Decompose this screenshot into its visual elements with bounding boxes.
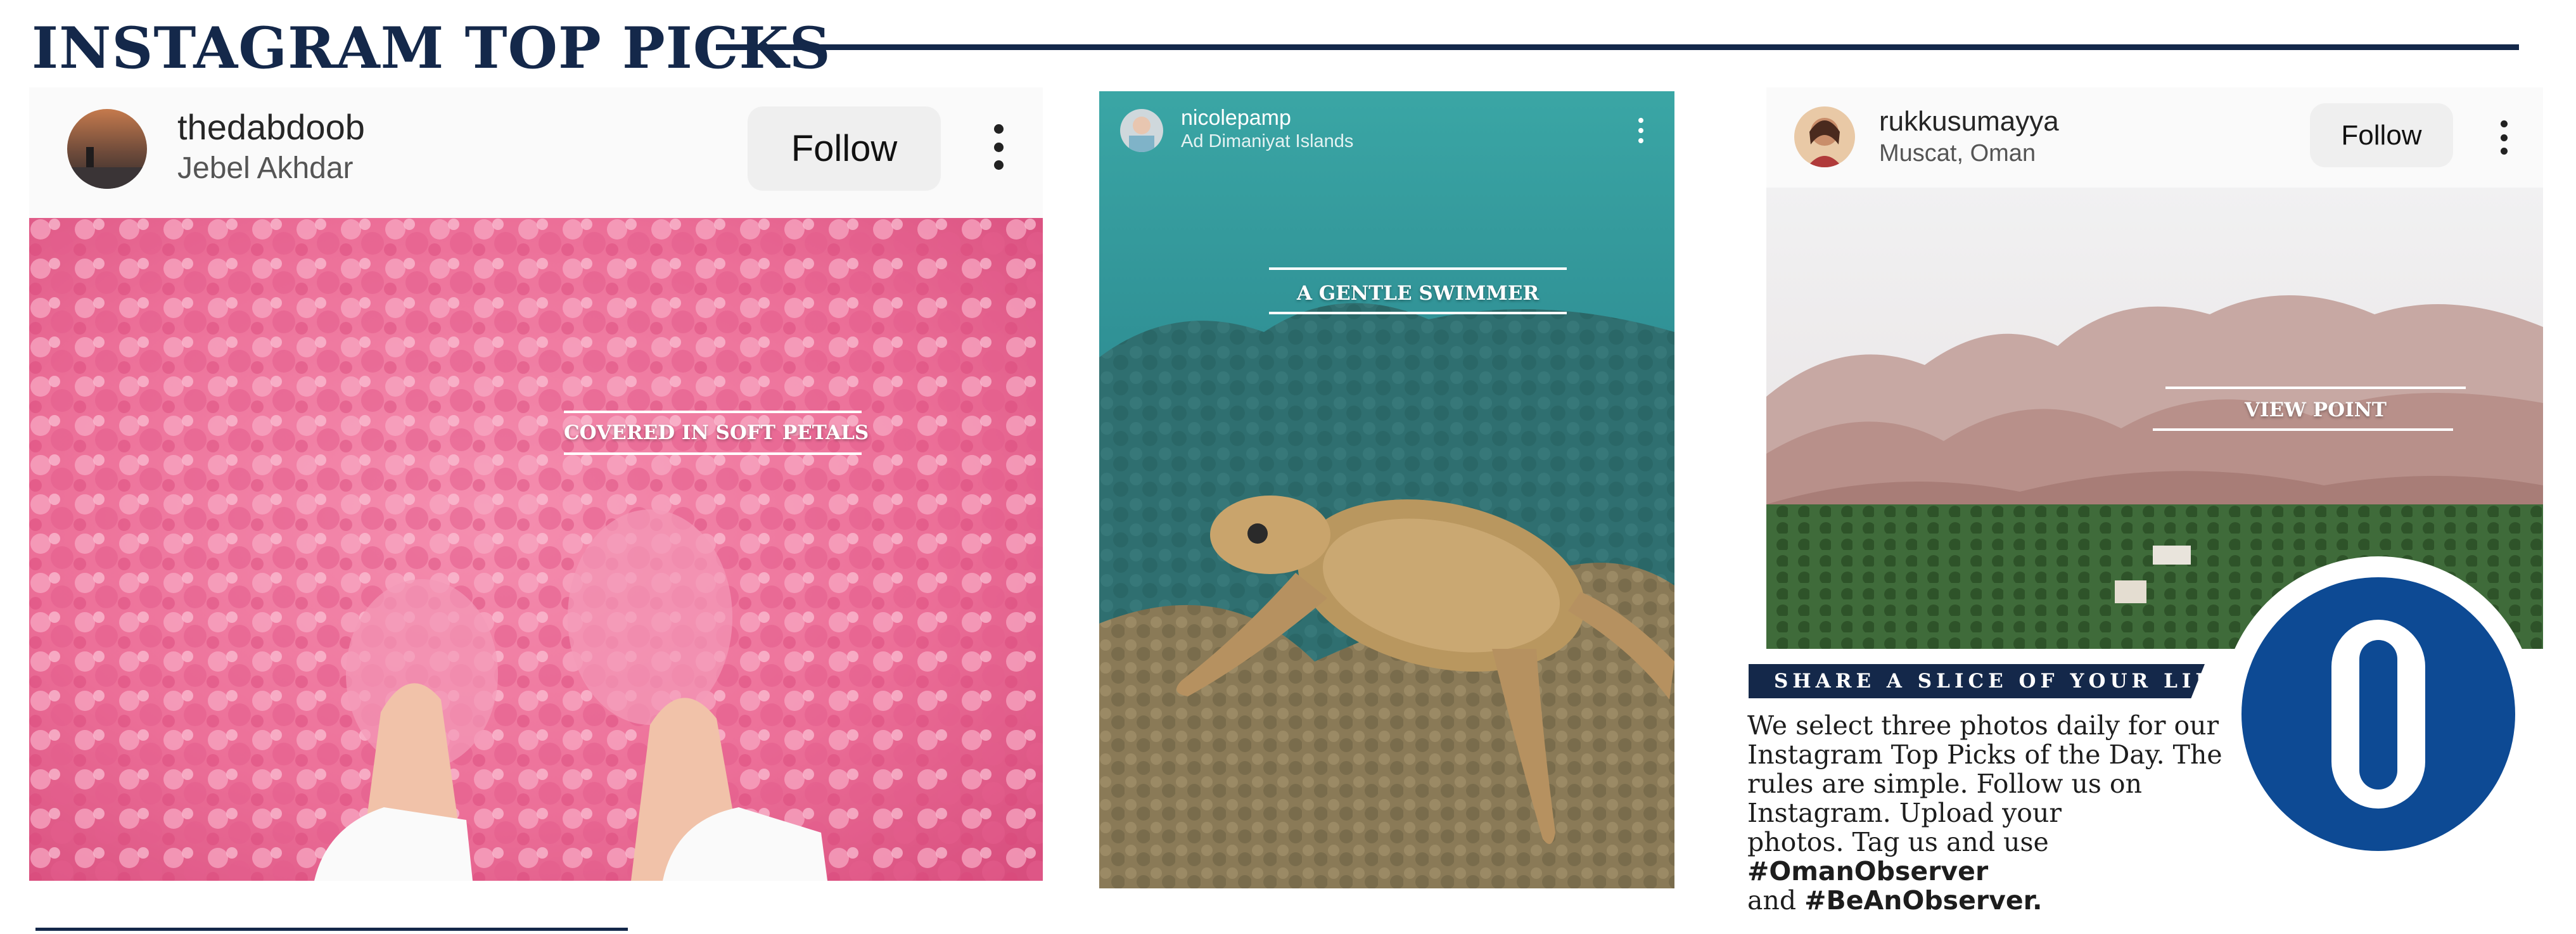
caption-rule-top: [564, 411, 862, 413]
share-banner-text: SHARE A SLICE OF YOUR LIFE: [1774, 670, 2233, 693]
body-line: and #BeAnObserver.: [1747, 886, 2267, 915]
logo-letter-o-counter: [2359, 640, 2397, 790]
avatar[interactable]: [67, 109, 147, 189]
body-line: rules are simple. Follow us on: [1747, 769, 2143, 799]
caption-rule-bottom: [564, 452, 862, 455]
caption-rule-top: [2165, 387, 2466, 389]
caption-covered-in-soft-petals: COVERED IN SOFT PETALS: [564, 421, 869, 444]
username[interactable]: nicolepamp: [1181, 105, 1291, 131]
vertical-dots-icon[interactable]: [988, 124, 1009, 170]
caption-rule-top: [1269, 267, 1567, 270]
feature-body: We select three photos daily for our Ins…: [1747, 711, 2267, 915]
avatar[interactable]: [1794, 106, 1855, 167]
body-line: We select three photos daily for our: [1747, 710, 2219, 741]
body-text-fragment: photos. Tag us and use: [1747, 827, 2049, 857]
caption-rule-bottom: [2153, 428, 2453, 431]
bottom-divider: [35, 928, 628, 931]
vertical-dots-icon[interactable]: [1636, 118, 1646, 143]
title-divider: [716, 44, 2519, 50]
section-title: INSTAGRAM TOP PICKS: [32, 15, 831, 82]
body-line: Instagram Top Picks of the Day. The: [1747, 739, 2222, 770]
location[interactable]: Ad Dimaniyat Islands: [1181, 131, 1353, 152]
body-line: Instagram. Upload your: [1747, 798, 2062, 828]
hashtag-omanobserver[interactable]: #OmanObserver: [1747, 856, 1988, 886]
caption-a-gentle-swimmer: A GENTLE SWIMMER: [1296, 282, 1540, 305]
follow-button[interactable]: Follow: [748, 106, 941, 191]
follow-button[interactable]: Follow: [2310, 103, 2453, 167]
caption-rule-bottom: [1269, 312, 1567, 314]
location[interactable]: Jebel Akhdar: [177, 151, 354, 186]
post-image-turtle[interactable]: [1099, 91, 1674, 888]
caption-view-point: VIEW POINT: [2244, 399, 2387, 421]
body-line: photos. Tag us and use #OmanObserver: [1747, 828, 2267, 886]
location[interactable]: Muscat, Oman: [1879, 139, 2036, 167]
username[interactable]: rukkusumayya: [1879, 105, 2059, 138]
avatar[interactable]: [1120, 109, 1163, 152]
vertical-dots-icon[interactable]: [2496, 120, 2511, 155]
username[interactable]: thedabdoob: [177, 106, 365, 148]
post-image-petals[interactable]: [29, 218, 1043, 881]
body-text-fragment: and: [1747, 885, 1805, 916]
hashtag-beanobserver[interactable]: #BeAnObserver.: [1804, 885, 2042, 916]
